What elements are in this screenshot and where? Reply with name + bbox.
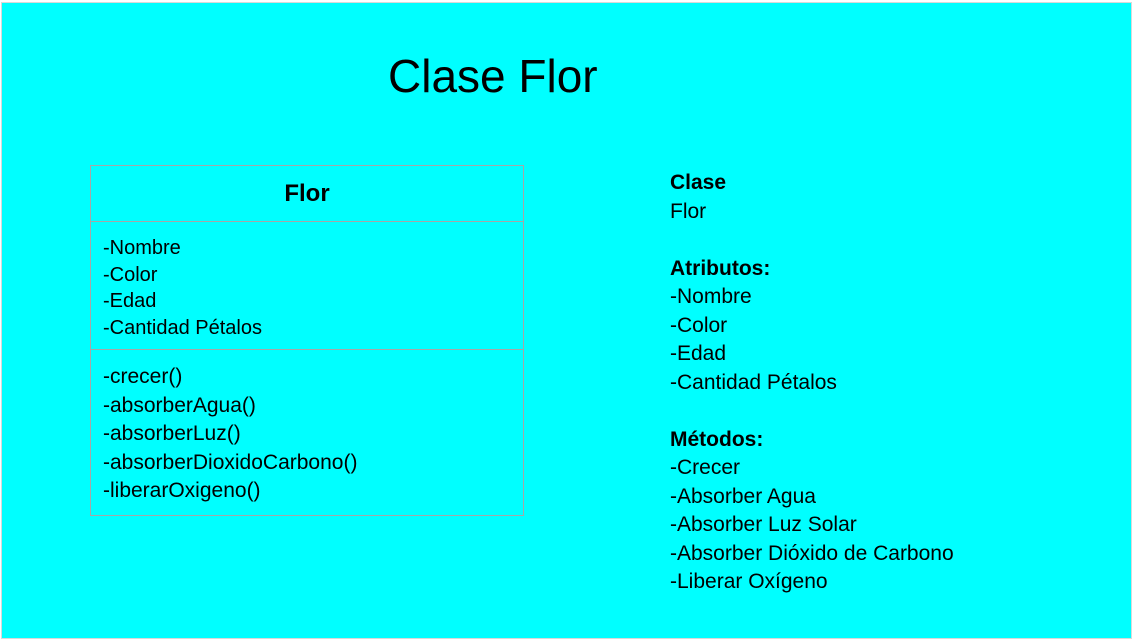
uml-method: -crecer() xyxy=(103,365,183,388)
slide: Clase Flor Flor -Nombre -Color -Edad -Ca… xyxy=(1,2,1132,639)
metodo-item: -Absorber Luz Solar xyxy=(670,513,857,536)
uml-method: -absorberLuz() xyxy=(103,422,241,445)
metodo-item: -Absorber Agua xyxy=(670,484,816,508)
slide-title: Clase Flor xyxy=(388,50,598,102)
atributo-item: -Cantidad Pétalos xyxy=(670,370,837,394)
atributo-item: -Edad xyxy=(670,342,727,365)
uml-class-name: Flor xyxy=(91,166,523,222)
uml-class-box: Flor -Nombre -Color -Edad -Cantidad Péta… xyxy=(90,165,524,516)
uml-method: -liberarOxigeno() xyxy=(103,479,261,502)
metodos-heading: Métodos: xyxy=(670,427,764,451)
uml-attribute: -Cantidad Pétalos xyxy=(103,316,262,339)
uml-method: -absorberAgua() xyxy=(103,393,256,417)
metodo-item: -Liberar Oxígeno xyxy=(670,570,828,593)
atributos-heading: Atributos: xyxy=(670,256,771,280)
uml-attribute: -Nombre xyxy=(103,237,181,259)
atributo-item: -Color xyxy=(670,313,728,337)
atributo-item: -Nombre xyxy=(670,285,752,308)
metodo-item: -Absorber Dióxido de Carbono xyxy=(670,541,954,565)
clase-heading: Clase xyxy=(670,171,727,194)
uml-method: -absorberDioxidoCarbono() xyxy=(103,450,358,474)
metodo-item: -Crecer xyxy=(670,456,741,479)
uml-attribute: -Color xyxy=(103,263,158,286)
uml-attributes: -Nombre -Color -Edad -Cantidad Pétalos xyxy=(91,222,523,350)
class-description: Clase Flor Atributos: -Nombre -Color -Ed… xyxy=(670,169,954,597)
clase-value: Flor xyxy=(670,199,707,223)
uml-attribute: -Edad xyxy=(103,290,157,312)
uml-methods: -crecer() -absorberAgua() -absorberLuz()… xyxy=(91,350,523,506)
